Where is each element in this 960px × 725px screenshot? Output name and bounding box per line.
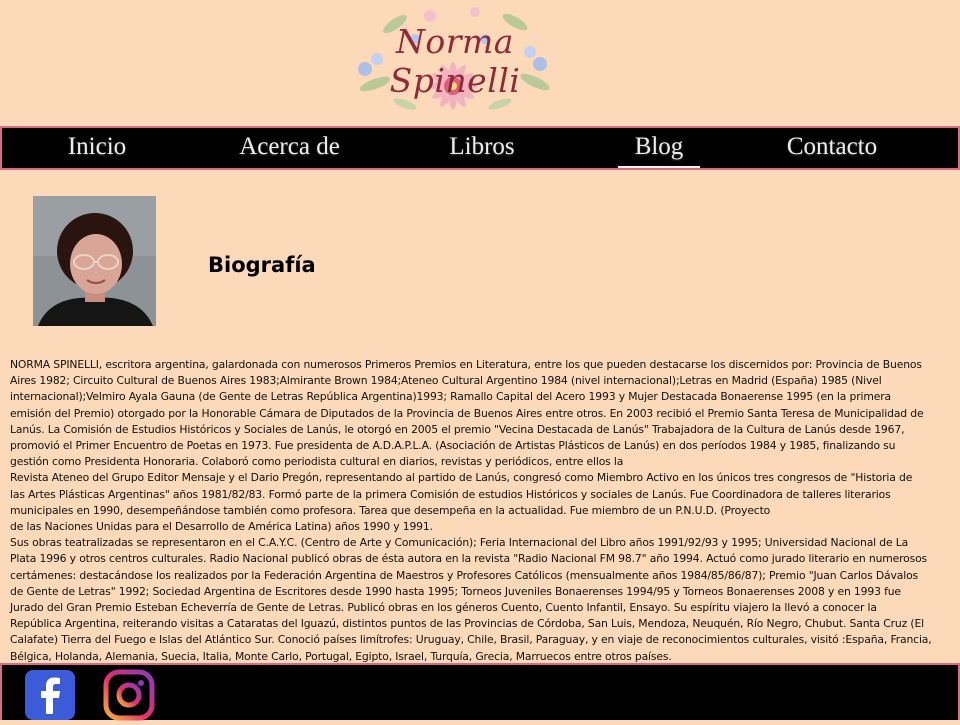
nav-libros[interactable]: Libros [422,128,542,168]
bio-line: Calafate) Tierra del Fuego e Islas del A… [10,633,932,647]
bio-line: Lanús. La Comisión de Estudios Histórico… [10,422,905,436]
nav-blog[interactable]: Blog [618,128,700,168]
bio-line: de las Naciones Unidas para el Desarroll… [10,520,433,534]
bio-line: Jurado del Gran Premio Esteban Echeverrí… [10,601,877,615]
nav-contacto[interactable]: Contacto [762,128,902,168]
bio-line: Sus obras teatralizadas se representaron… [10,536,909,550]
site-footer [0,663,960,721]
bio-line: promovió el Primer Encuentro de Poetas e… [10,439,896,453]
site-logo[interactable]: Norma Spinelli [335,4,575,122]
bio-line: certámenes: destacándose los realizados … [10,568,919,582]
nav-inicio[interactable]: Inicio [42,128,152,168]
facebook-icon[interactable] [24,669,75,720]
author-photo [33,196,156,326]
instagram-icon[interactable] [103,669,155,721]
bio-line: Plata 1996 y otros centros culturales. R… [10,552,928,566]
biography-text: NORMA SPINELLI, escritora argentina, gal… [10,357,955,665]
bio-line: emisión del Premio) otorgado por la Hono… [10,406,924,420]
bio-line: internacional);Velmiro Ayala Gauna (de G… [10,390,891,404]
bio-line: República Argentina, reiterando visitas … [10,617,925,631]
logo-text: Norma Spinelli [389,22,521,100]
bio-line: NORMA SPINELLI, escritora argentina, gal… [10,358,922,371]
bio-line: Aires 1982; Circuito Cultural de Buenos … [10,374,882,388]
bio-line: gestión como Presidenta Honoraria. Colab… [10,455,624,469]
bio-line: municipales en 1990, desempeñándose tamb… [10,503,771,517]
bio-line: las Artes Plásticas Argentinas" años 198… [10,487,891,501]
bio-line: de Gente de Letras" 1992; Sociedad Argen… [10,584,901,598]
page-title: Biografía [208,253,316,277]
nav-acerca-de[interactable]: Acerca de [212,128,367,168]
main-nav: Inicio Acerca de Libros Blog Contacto [0,126,960,170]
bio-line: Revista Ateneo del Grupo Editor Mensaje … [10,471,913,485]
